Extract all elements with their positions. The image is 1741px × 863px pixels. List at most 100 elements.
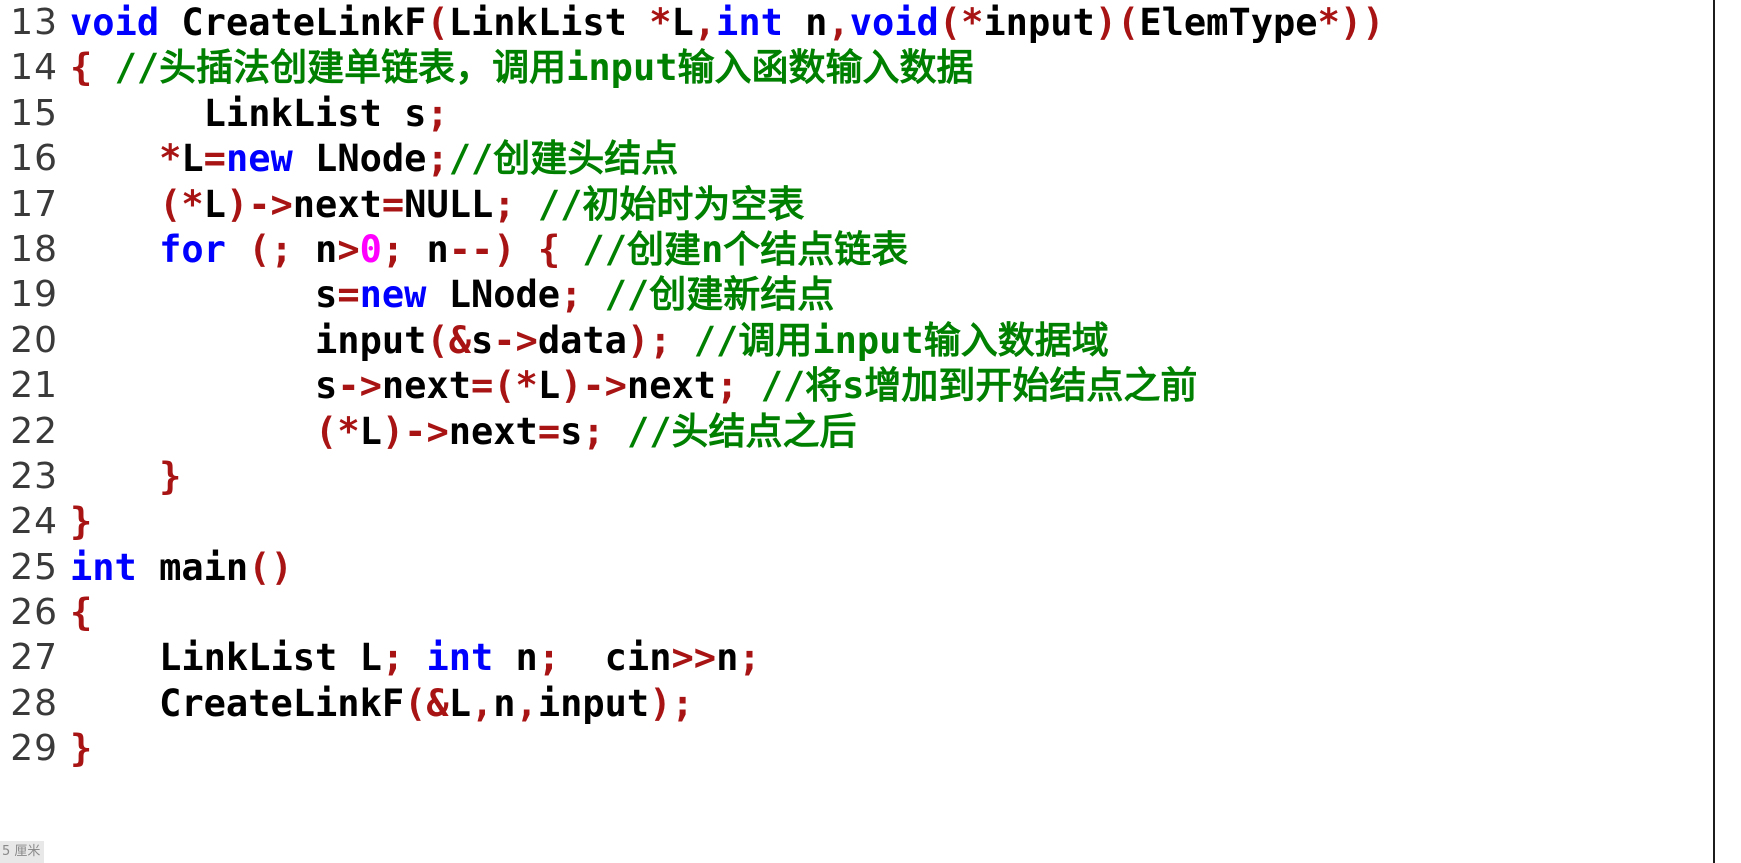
code-line[interactable]: 29} [0, 726, 1741, 771]
code-editor[interactable]: 13 void CreateLinkF(LinkList *L,int n,voi… [0, 0, 1741, 863]
line-number: 18 [10, 228, 58, 270]
code-line[interactable]: 16 *L=new LNode;//创建头结点 [0, 136, 1741, 181]
code-token-pun: , [827, 1, 850, 44]
code-line[interactable]: 23 } [0, 454, 1741, 499]
code-token-pln: input [537, 681, 650, 725]
code-token-pln [672, 319, 694, 362]
code-token-pun: )-> [381, 409, 449, 453]
line-number: 22 [10, 410, 58, 452]
line-number: 20 [10, 319, 58, 361]
code-token-pun: ; [560, 273, 583, 317]
line-source[interactable]: for (; n>0; n--) { //创建n个结点链表 [70, 227, 908, 272]
line-source[interactable]: { [70, 590, 92, 635]
line-number: 25 [10, 546, 58, 588]
code-token-pln: s [70, 273, 338, 317]
code-token-pln [516, 183, 538, 226]
line-source[interactable]: *L=new LNode;//创建头结点 [70, 136, 678, 181]
code-token-pun: ; [426, 91, 449, 135]
code-token-pun: { [70, 46, 93, 90]
line-number: 29 [10, 728, 58, 770]
code-token-pun: (* [938, 1, 984, 44]
code-token-cmt: //将s增加到开始结点之前 [760, 364, 1198, 408]
code-token-pun: () [248, 545, 293, 589]
code-token-pln [92, 46, 114, 89]
line-source[interactable]: CreateLinkF(&L,n,input); [70, 681, 694, 726]
code-token-pun: )( [1094, 1, 1140, 44]
line-source[interactable]: } [70, 499, 92, 544]
code-token-pln: n [292, 227, 338, 271]
line-source[interactable]: input(&s->data); //调用input输入数据域 [70, 318, 1109, 363]
code-token-kw: new [359, 273, 427, 317]
code-line[interactable]: 19 s=new LNode; //创建新结点 [0, 272, 1741, 317]
code-token-pln: n [404, 227, 449, 271]
code-token-pln [70, 410, 315, 453]
code-token-pln [582, 273, 604, 316]
code-line[interactable]: 24} [0, 499, 1741, 544]
line-source[interactable]: } [70, 726, 92, 771]
line-number: 14 [10, 47, 58, 89]
code-line[interactable]: 28 CreateLinkF(&L,n,input); [0, 681, 1741, 726]
code-line[interactable]: 14 { //头插法创建单链表，调用input输入函数输入数据 [0, 45, 1741, 90]
code-token-pln: L [671, 1, 694, 44]
code-token-pln: s [470, 318, 494, 362]
code-token-pln [70, 183, 159, 226]
code-token-cmt: //头结点之后 [626, 409, 857, 453]
code-token-pun: -> [493, 318, 538, 362]
code-line[interactable]: 22 (*L)->next=s; //头结点之后 [0, 409, 1741, 454]
line-source[interactable]: s->next=(*L)->next; //将s增加到开始结点之前 [70, 363, 1197, 408]
code-token-cmt: //头插法创建单链表，调用input输入函数输入数据 [114, 46, 974, 90]
line-source[interactable]: LinkList s; [70, 91, 449, 136]
code-line[interactable]: 17 (*L)->next=NULL; //初始时为空表 [0, 182, 1741, 227]
line-source[interactable]: s=new LNode; //创建新结点 [70, 272, 834, 317]
code-token-pln: s [70, 364, 338, 408]
code-token-pun: >> [671, 636, 717, 680]
code-token-pln: L [537, 364, 561, 408]
code-token-pln: LinkList L [70, 636, 382, 680]
code-lines-container[interactable]: 13 void CreateLinkF(LinkList *L,int n,voi… [0, 0, 1741, 772]
code-token-pun: } [70, 500, 93, 544]
line-source[interactable]: (*L)->next=s; //头结点之后 [70, 409, 857, 454]
code-line[interactable]: 25 int main() [0, 545, 1741, 590]
code-token-kw: int [70, 545, 137, 589]
line-source[interactable]: void CreateLinkF(LinkList *L,int n,void(… [70, 0, 1384, 45]
code-token-pun: )-> [225, 182, 293, 226]
line-source[interactable]: { //头插法创建单链表，调用input输入函数输入数据 [70, 45, 974, 90]
code-token-pln: CreateLinkF [181, 1, 427, 44]
code-token-pun: , [693, 1, 717, 44]
line-source[interactable]: int main() [70, 545, 293, 590]
code-token-pln [516, 228, 538, 271]
code-token-pln [560, 228, 582, 271]
code-line[interactable]: 18 for (; n>0; n--) { //创建n个结点链表 [0, 227, 1741, 272]
line-source[interactable]: LinkList L; int n; cin>>n; [70, 635, 761, 680]
code-token-cmt: //创建n个结点链表 [582, 227, 909, 271]
code-token-pln: CreateLinkF [70, 681, 405, 725]
code-token-pun: (* [315, 409, 360, 453]
code-line[interactable]: 27 LinkList L; int n; cin>>n; [0, 635, 1741, 680]
code-token-pln: n [493, 636, 538, 680]
line-number: 27 [10, 637, 58, 679]
line-number: 23 [10, 455, 58, 497]
line-source[interactable]: } [70, 454, 181, 499]
code-line[interactable]: 26 { [0, 590, 1741, 635]
code-line[interactable]: 21 s->next=(*L)->next; //将s增加到开始结点之前 [0, 363, 1741, 408]
code-token-pun: (& [404, 681, 449, 725]
line-number: 28 [10, 682, 58, 724]
code-token-pun: ; [537, 636, 561, 680]
code-token-pun: ; [738, 636, 761, 680]
code-token-pun: --) [448, 227, 516, 271]
editor-pane-divider [1713, 0, 1715, 863]
line-number: 19 [10, 274, 58, 316]
code-token-kw: for [159, 227, 226, 271]
code-line[interactable]: 13 void CreateLinkF(LinkList *L,int n,voi… [0, 0, 1741, 45]
code-token-pun: = [203, 137, 226, 181]
line-source[interactable]: (*L)->next=NULL; //初始时为空表 [70, 182, 804, 227]
line-number: 15 [10, 92, 58, 134]
code-line[interactable]: 15 LinkList s; [0, 91, 1741, 136]
code-token-cmt: //创建头结点 [448, 137, 679, 181]
code-token-pun: , [515, 681, 538, 725]
code-token-cmt: //初始时为空表 [537, 182, 805, 226]
line-number: 26 [10, 592, 58, 634]
code-token-pun: { [70, 591, 93, 635]
code-line[interactable]: 20 input(&s->data); //调用input输入数据域 [0, 318, 1741, 363]
code-token-pln: L [448, 681, 471, 725]
